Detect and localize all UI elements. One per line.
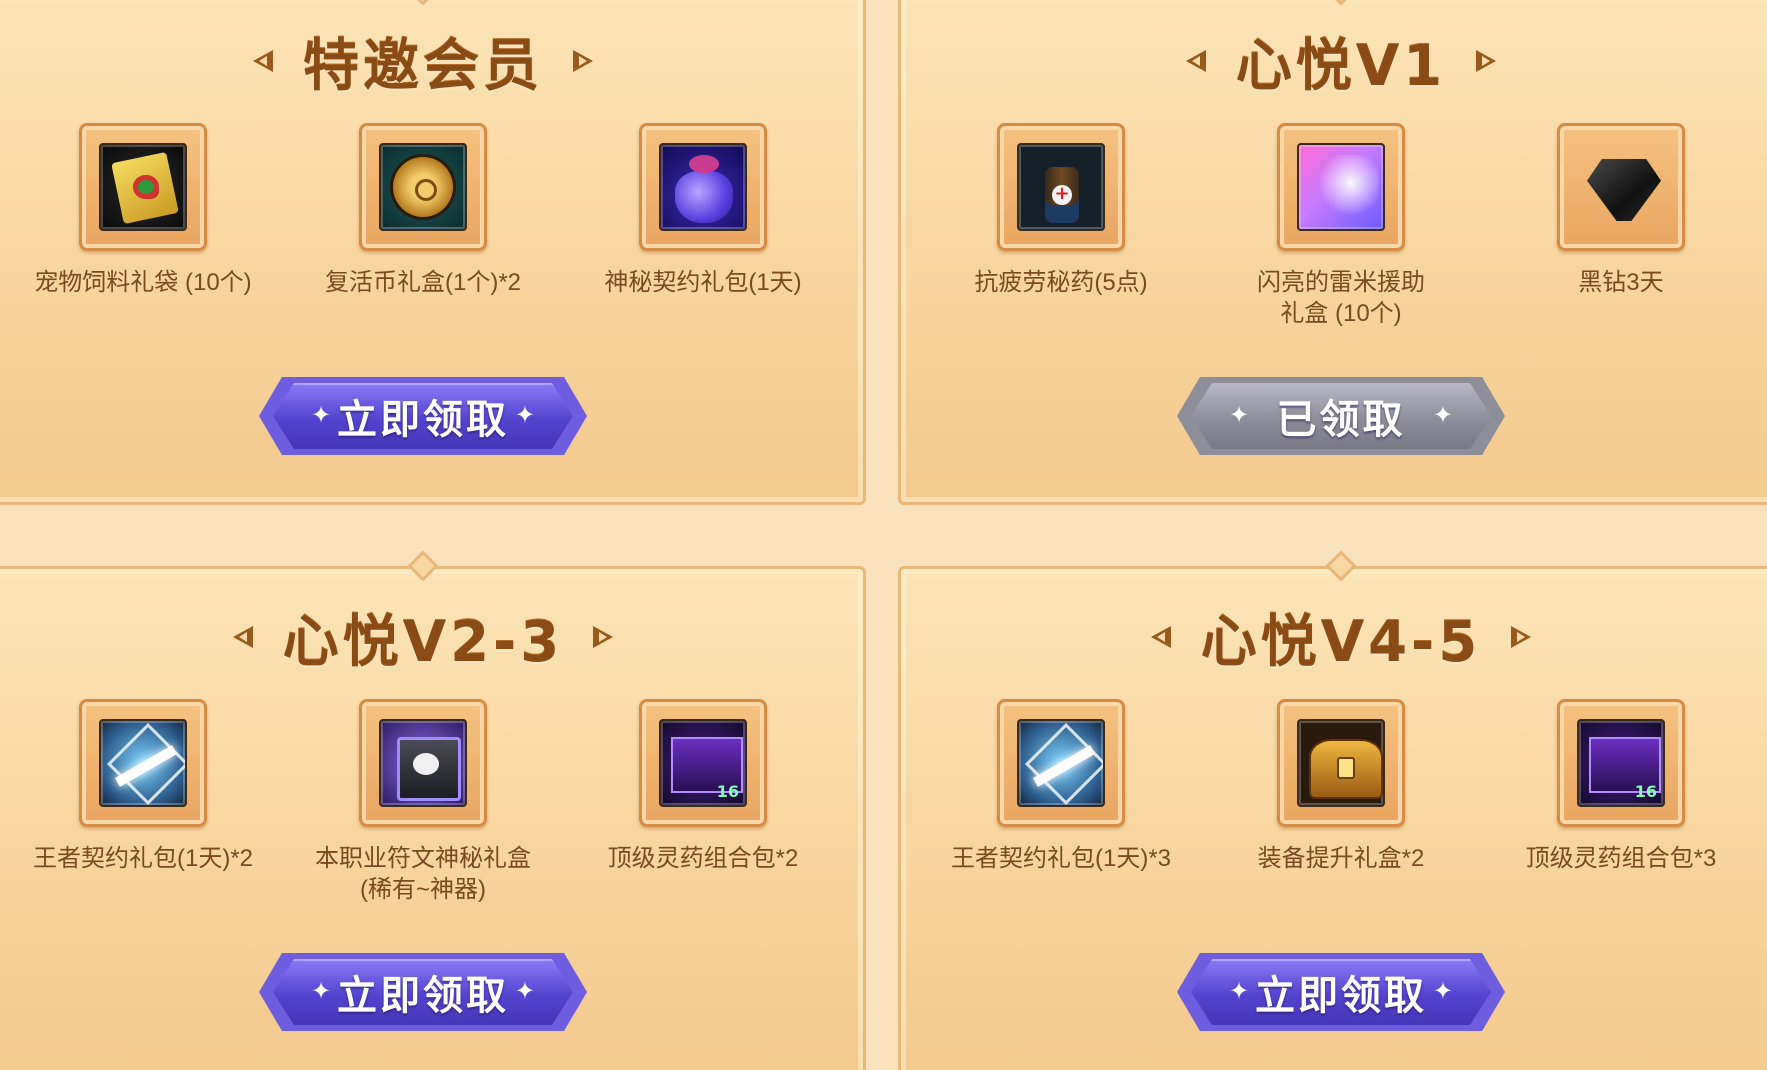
- reward-item: 王者契约礼包(1天)*2: [18, 699, 268, 905]
- panel-top-ornament: [407, 0, 439, 6]
- reward-icon-frame[interactable]: [1277, 699, 1405, 827]
- reward-label: 顶级灵药组合包*2: [607, 845, 799, 872]
- claim-button-label: 立即领取: [1255, 973, 1427, 1019]
- reward-label: 闪亮的雷米援助 礼盒 (10个): [1257, 269, 1425, 327]
- panel-title: 特邀会员: [303, 33, 543, 99]
- panel-title: 心悦V1: [1235, 33, 1447, 99]
- panel-title: 心悦V2-3: [282, 609, 564, 675]
- claimed-button[interactable]: ✦ 已领取 ✦: [1173, 377, 1509, 455]
- panel-top-ornament: [1325, 550, 1357, 582]
- arrow-right-icon: [569, 47, 597, 75]
- reward-list: 王者契约礼包(1天)*3 装备提升礼盒*2 顶级灵药组合包*3: [901, 699, 1767, 874]
- reward-icon-frame[interactable]: [359, 699, 487, 827]
- reward-list: 王者契约礼包(1天)*2 本职业符文神秘礼盒 (稀有~神器) 顶级灵药组合包*2: [0, 699, 863, 905]
- claim-button[interactable]: ✦ 立即领取 ✦: [255, 953, 591, 1031]
- reward-label: 黑钻3天: [1578, 269, 1664, 296]
- arrow-left-icon: [1182, 47, 1210, 75]
- reward-item: 复活币礼盒(1个)*2: [298, 123, 548, 298]
- gear-box-icon: [1297, 719, 1385, 807]
- panel-top-ornament: [407, 550, 439, 582]
- sparkle-icon: ✦: [311, 977, 332, 1005]
- panel-header: 心悦V2-3: [0, 599, 863, 675]
- reward-icon-frame[interactable]: [639, 699, 767, 827]
- reward-item: 闪亮的雷米援助 礼盒 (10个): [1216, 123, 1466, 329]
- claim-button-label: 立即领取: [337, 973, 509, 1019]
- reward-label: 王者契约礼包(1天)*2: [32, 845, 254, 872]
- panel-header: 心悦V1: [901, 23, 1767, 99]
- claimed-button-label: 已领取: [1276, 397, 1406, 443]
- reward-label: 王者契约礼包(1天)*3: [950, 845, 1172, 872]
- arrow-right-icon: [1507, 623, 1535, 651]
- elixir-pack-icon: [1577, 719, 1665, 807]
- reward-icon-frame[interactable]: [1557, 123, 1685, 251]
- tier-panel-special-member: 特邀会员 宠物饲料礼袋 (10个) 复活币礼盒(1个)*2 神秘契约礼包(1天)…: [0, 0, 866, 505]
- king-contract-icon: [1017, 719, 1105, 807]
- reward-item: 本职业符文神秘礼盒 (稀有~神器): [298, 699, 548, 905]
- reward-label: 神秘契约礼包(1天): [604, 269, 802, 296]
- tier-panel-v2-3: 心悦V2-3 王者契约礼包(1天)*2 本职业符文神秘礼盒 (稀有~神器) 顶级…: [0, 550, 866, 1070]
- reward-item: 神秘契约礼包(1天): [578, 123, 828, 298]
- tier-panel-v4-5: 心悦V4-5 王者契约礼包(1天)*3 装备提升礼盒*2 顶级灵药组合包*3 ✦…: [898, 550, 1767, 1070]
- reward-item: 王者契约礼包(1天)*3: [936, 699, 1186, 874]
- claim-button-label: 立即领取: [337, 397, 509, 443]
- reward-item: 抗疲劳秘药(5点): [936, 123, 1186, 329]
- reward-list: 宠物饲料礼袋 (10个) 复活币礼盒(1个)*2 神秘契约礼包(1天): [0, 123, 863, 298]
- sparkle-icon: ✦: [1229, 401, 1250, 429]
- reward-icon-frame[interactable]: [79, 123, 207, 251]
- arrow-right-icon: [589, 623, 617, 651]
- reward-item: 顶级灵药组合包*3: [1496, 699, 1746, 874]
- reward-icon-frame[interactable]: [1277, 123, 1405, 251]
- sparkle-icon: ✦: [1432, 977, 1453, 1005]
- sparkle-icon: ✦: [514, 401, 535, 429]
- reward-label: 顶级灵药组合包*3: [1525, 845, 1717, 872]
- reward-label: 复活币礼盒(1个)*2: [324, 269, 522, 296]
- reward-item: 宠物饲料礼袋 (10个): [18, 123, 268, 298]
- reward-icon-frame[interactable]: [1557, 699, 1685, 827]
- elixir-pack-icon: [659, 719, 747, 807]
- remy-box-icon: [1297, 143, 1385, 231]
- panel-header: 特邀会员: [0, 23, 863, 99]
- king-contract-icon: [99, 719, 187, 807]
- reward-icon-frame[interactable]: [79, 699, 207, 827]
- mystery-bag-icon: [659, 143, 747, 231]
- reward-icon-frame[interactable]: [639, 123, 767, 251]
- reward-item: 装备提升礼盒*2: [1216, 699, 1466, 874]
- panel-header: 心悦V4-5: [901, 599, 1767, 675]
- potion-icon: [1017, 143, 1105, 231]
- reward-item: 黑钻3天: [1496, 123, 1746, 329]
- reward-item: 顶级灵药组合包*2: [578, 699, 828, 905]
- sparkle-icon: ✦: [311, 401, 332, 429]
- arrow-left-icon: [1147, 623, 1175, 651]
- sparkle-icon: ✦: [514, 977, 535, 1005]
- reward-label: 抗疲劳秘药(5点): [974, 269, 1148, 296]
- pet-feed-icon: [99, 143, 187, 231]
- black-diamond-icon: [1577, 143, 1665, 231]
- rune-box-icon: [379, 719, 467, 807]
- panel-title: 心悦V4-5: [1200, 609, 1482, 675]
- arrow-right-icon: [1472, 47, 1500, 75]
- sparkle-icon: ✦: [1432, 401, 1453, 429]
- reward-list: 抗疲劳秘药(5点) 闪亮的雷米援助 礼盒 (10个) 黑钻3天: [901, 123, 1767, 329]
- tier-panel-v1: 心悦V1 抗疲劳秘药(5点) 闪亮的雷米援助 礼盒 (10个) 黑钻3天 ✦ 已…: [898, 0, 1767, 505]
- arrow-left-icon: [229, 623, 257, 651]
- reward-icon-frame[interactable]: [997, 123, 1125, 251]
- claim-button[interactable]: ✦ 立即领取 ✦: [1173, 953, 1509, 1031]
- reward-label: 装备提升礼盒*2: [1257, 845, 1425, 872]
- arrow-left-icon: [249, 47, 277, 75]
- reward-label: 宠物饲料礼袋 (10个): [34, 269, 252, 296]
- reward-label: 本职业符文神秘礼盒 (稀有~神器): [315, 845, 531, 903]
- reward-icon-frame[interactable]: [359, 123, 487, 251]
- sparkle-icon: ✦: [1229, 977, 1250, 1005]
- panel-top-ornament: [1325, 0, 1357, 6]
- claim-button[interactable]: ✦ 立即领取 ✦: [255, 377, 591, 455]
- reward-icon-frame[interactable]: [997, 699, 1125, 827]
- revive-coin-icon: [379, 143, 467, 231]
